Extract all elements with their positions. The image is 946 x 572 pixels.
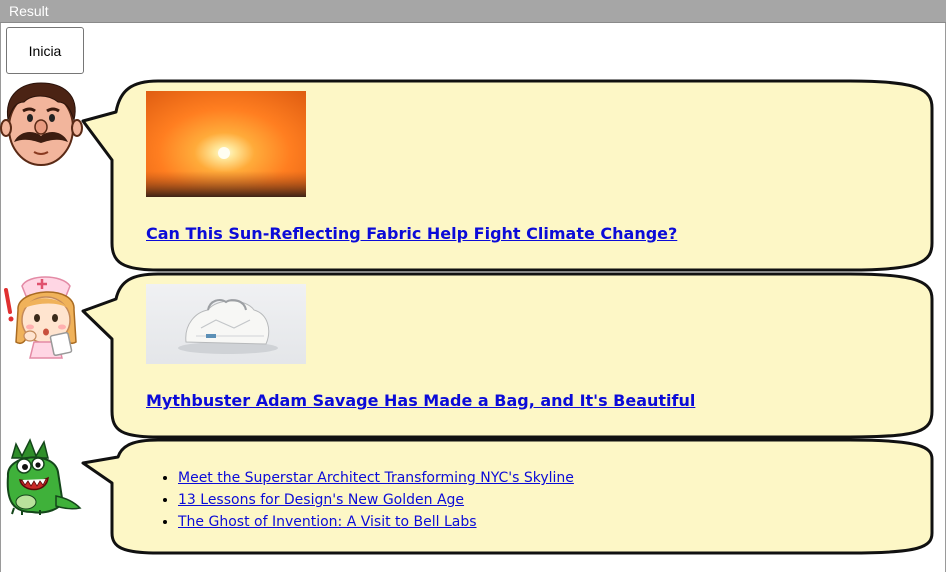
nurse-girl-icon <box>4 276 77 359</box>
sunset-thumbnail[interactable] <box>146 91 306 197</box>
related-link-2[interactable]: 13 Lessons for Design's New Golden Age <box>178 492 464 508</box>
related-link-3[interactable]: The Ghost of Invention: A Visit to Bell … <box>178 514 477 530</box>
sunset-image <box>146 91 306 197</box>
list-item: Meet the Superstar Architect Transformin… <box>178 467 574 489</box>
white-bag-image <box>146 284 306 364</box>
start-button[interactable]: Inicia <box>6 27 84 74</box>
white-bag-thumbnail[interactable] <box>146 284 306 364</box>
result-title: Result <box>9 3 49 19</box>
story-link-2[interactable]: Mythbuster Adam Savage Has Made a Bag, a… <box>146 391 695 410</box>
list-item: 13 Lessons for Design's New Golden Age <box>178 489 574 511</box>
mustached-man-icon <box>0 82 83 166</box>
related-link-1[interactable]: Meet the Superstar Architect Transformin… <box>178 470 574 486</box>
green-monster-icon <box>6 438 82 515</box>
list-item: The Ghost of Invention: A Visit to Bell … <box>178 511 574 533</box>
related-links-list: Meet the Superstar Architect Transformin… <box>146 467 574 533</box>
story-link-1[interactable]: Can This Sun-Reflecting Fabric Help Figh… <box>146 224 677 243</box>
result-header: Result <box>0 0 946 23</box>
